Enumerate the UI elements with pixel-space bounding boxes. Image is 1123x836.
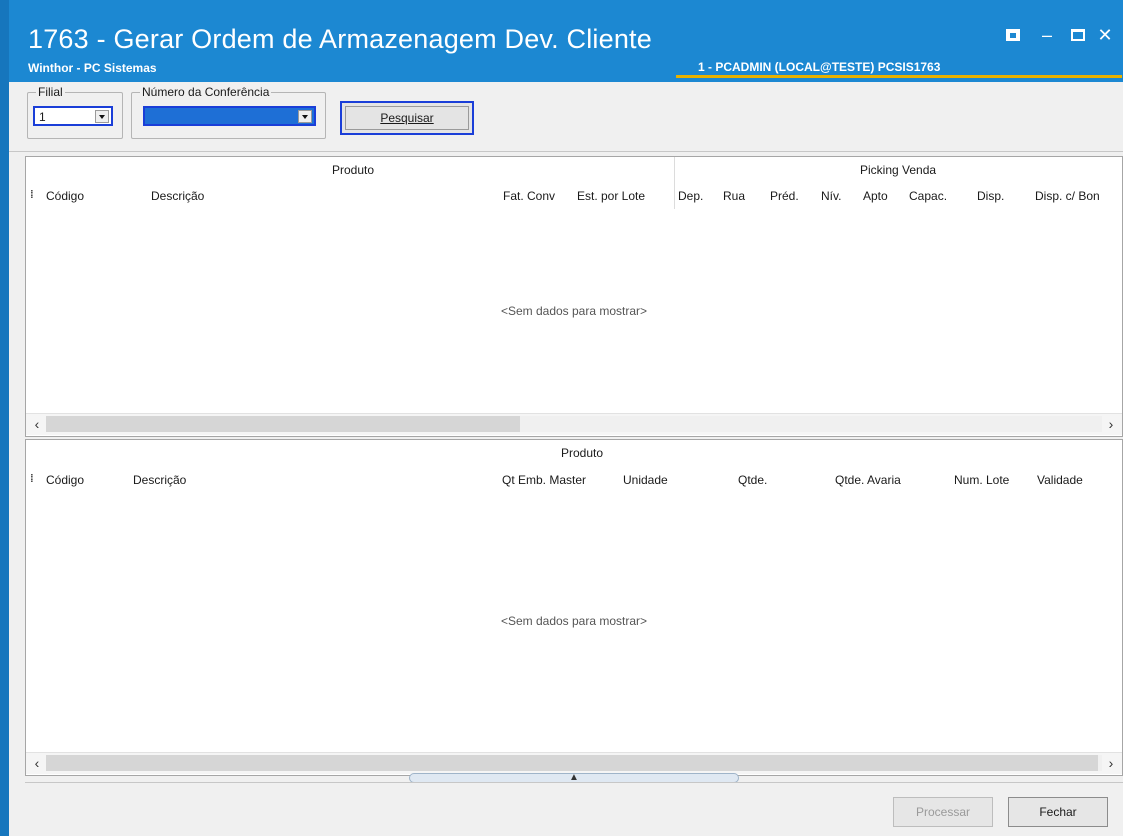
col-fat-conv[interactable]: Fat. Conv: [503, 189, 555, 203]
user-info-underline: [676, 75, 1122, 78]
col-descricao[interactable]: Descrição: [133, 473, 186, 487]
col-unidade[interactable]: Unidade: [623, 473, 668, 487]
band-produto: Produto: [332, 163, 375, 177]
user-info: 1 - PCADMIN (LOCAL@TESTE) PCSIS1763: [698, 60, 941, 74]
processar-button-label: Processar: [915, 805, 971, 819]
scroll-right-icon[interactable]: ›: [1104, 755, 1118, 771]
filial-label: Filial: [36, 85, 65, 99]
restore-icon[interactable]: [1002, 26, 1024, 46]
scroll-thumb[interactable]: [46, 755, 1098, 771]
search-button-focus-rect: [345, 106, 469, 130]
top-grid[interactable]: Produto Picking Venda ⁞ Código Descrição…: [25, 156, 1123, 437]
col-disp[interactable]: Disp.: [977, 189, 1004, 203]
empty-message: <Sem dados para mostrar>: [500, 304, 648, 318]
col-descricao[interactable]: Descrição: [151, 189, 204, 203]
empty-message: <Sem dados para mostrar>: [500, 614, 648, 628]
chevron-down-icon[interactable]: [298, 110, 312, 123]
top-grid-hscrollbar[interactable]: ‹ ›: [26, 413, 1122, 435]
search-button[interactable]: Pesquisar: [340, 101, 474, 135]
row-indicator-icon: ⁞: [30, 473, 34, 485]
scroll-left-icon[interactable]: ‹: [30, 755, 44, 771]
col-capac[interactable]: Capac.: [909, 189, 947, 203]
col-est-por-lote[interactable]: Est. por Lote: [577, 189, 645, 203]
col-codigo[interactable]: Código: [46, 473, 84, 487]
window-left-edge: [0, 0, 9, 836]
close-icon[interactable]: ✕: [1094, 26, 1116, 46]
window-subtitle: Winthor - PC Sistemas: [28, 61, 157, 75]
col-dep[interactable]: Dep.: [678, 189, 703, 203]
col-num-lote[interactable]: Num. Lote: [954, 473, 1009, 487]
app-window: 1763 - Gerar Ordem de Armazenagem Dev. C…: [0, 0, 1123, 836]
maximize-icon[interactable]: [1067, 26, 1089, 46]
band-divider: [674, 157, 675, 209]
scroll-right-icon[interactable]: ›: [1104, 416, 1118, 432]
window-title: 1763 - Gerar Ordem de Armazenagem Dev. C…: [28, 24, 652, 54]
action-bar: Processar Fechar: [25, 782, 1123, 836]
col-disp-bon[interactable]: Disp. c/ Bon: [1035, 189, 1100, 203]
col-pred[interactable]: Préd.: [770, 189, 799, 203]
col-qtde[interactable]: Qtde.: [738, 473, 767, 487]
bottom-grid[interactable]: Produto ⁞ Código Descrição Qt Emb. Maste…: [25, 439, 1123, 776]
client-area: Filial 1 Número da Conferência Pesquisar…: [9, 82, 1123, 836]
col-qt-emb-master[interactable]: Qt Emb. Master: [502, 473, 586, 487]
col-codigo[interactable]: Código: [46, 189, 84, 203]
filial-value: 1: [39, 110, 46, 124]
col-validade[interactable]: Validade: [1037, 473, 1083, 487]
col-rua[interactable]: Rua: [723, 189, 745, 203]
col-apto[interactable]: Apto: [863, 189, 888, 203]
scroll-left-icon[interactable]: ‹: [30, 416, 44, 432]
fechar-button[interactable]: Fechar: [1008, 797, 1108, 827]
bottom-grid-hscrollbar[interactable]: ‹ ›: [26, 752, 1122, 774]
conferencia-label: Número da Conferência: [140, 85, 272, 99]
col-qtde-avaria[interactable]: Qtde. Avaria: [835, 473, 901, 487]
band-produto: Produto: [561, 446, 604, 460]
filter-bar: Filial 1 Número da Conferência Pesquisar: [9, 82, 1123, 152]
scroll-thumb[interactable]: [46, 416, 520, 432]
col-niv[interactable]: Nív.: [821, 189, 841, 203]
conferencia-select[interactable]: [143, 106, 316, 126]
fechar-button-label: Fechar: [1039, 805, 1077, 819]
filial-select[interactable]: 1: [33, 106, 113, 126]
row-indicator-icon: ⁞: [30, 189, 34, 201]
processar-button[interactable]: Processar: [893, 797, 993, 827]
minimize-icon[interactable]: –: [1036, 26, 1058, 46]
chevron-down-icon[interactable]: [95, 110, 109, 123]
band-picking-venda: Picking Venda: [860, 163, 937, 177]
